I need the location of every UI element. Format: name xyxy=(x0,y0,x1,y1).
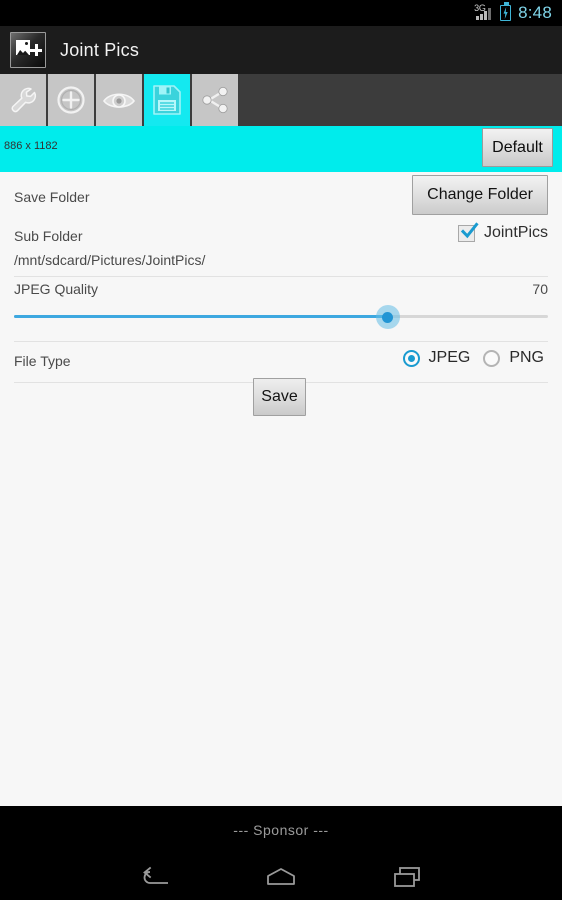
row-jpeg-quality: JPEG Quality 70 xyxy=(14,277,548,342)
settings-panel: Save Folder Change Folder Sub Folder Joi… xyxy=(0,172,562,806)
row-file-type: File Type JPEG PNG xyxy=(14,342,548,383)
canvas-size-label: 886 x 1182 xyxy=(4,140,58,152)
folder-path-text: /mnt/sdcard/Pictures/JointPics/ xyxy=(14,252,206,268)
row-sub-folder: Sub Folder JointPics /mnt/sdcard/Picture… xyxy=(14,221,548,277)
signal-bars-icon: 3G xyxy=(474,4,496,21)
back-icon xyxy=(142,866,168,884)
status-bar: 3G 8:48 xyxy=(0,0,562,26)
app-logo-icon[interactable] xyxy=(10,32,46,68)
recents-icon xyxy=(394,867,421,887)
radio-png-label: PNG xyxy=(509,349,544,366)
slider-thumb[interactable] xyxy=(375,305,400,329)
radio-jpeg-label: JPEG xyxy=(428,349,471,366)
slider-fill xyxy=(14,315,388,318)
nav-home-button[interactable] xyxy=(251,857,311,897)
sponsor-text: --- Sponsor --- xyxy=(233,822,329,838)
tab-preview[interactable] xyxy=(96,74,144,126)
change-folder-button[interactable]: Change Folder xyxy=(412,175,548,215)
app-screen: 3G 8:48 Joint Pics 886 x 1182 Default Sa… xyxy=(0,0,562,900)
jpeg-quality-slider[interactable] xyxy=(14,305,548,329)
tab-add[interactable] xyxy=(48,74,96,126)
file-type-label: File Type xyxy=(14,353,71,369)
app-title: Joint Pics xyxy=(60,39,140,60)
sub-folder-label: Sub Folder xyxy=(14,228,83,244)
checkbox-label: JointPics xyxy=(483,224,548,241)
radio-png[interactable] xyxy=(483,349,501,367)
battery-charging-icon xyxy=(500,2,512,21)
row-save-folder: Save Folder Change Folder xyxy=(14,172,548,222)
default-button[interactable]: Default xyxy=(482,128,553,167)
sub-folder-checkbox[interactable]: JointPics xyxy=(457,221,548,242)
sponsor-banner[interactable]: --- Sponsor --- xyxy=(0,806,562,854)
android-nav-bar xyxy=(0,854,562,900)
status-time: 8:48 xyxy=(518,3,552,22)
file-type-options: JPEG PNG xyxy=(402,349,548,367)
plus-circle-icon xyxy=(57,86,85,114)
jpeg-quality-value: 70 xyxy=(532,281,548,297)
tab-toolbar xyxy=(0,74,562,126)
share-icon xyxy=(202,86,228,114)
eye-icon xyxy=(103,93,135,108)
tab-save[interactable] xyxy=(144,74,192,126)
checkmark-icon xyxy=(460,221,479,238)
radio-jpeg[interactable] xyxy=(402,349,420,367)
checkbox-box[interactable] xyxy=(457,221,479,242)
jpeg-quality-label: JPEG Quality xyxy=(14,281,99,297)
canvas-info-bar: 886 x 1182 Default xyxy=(0,126,562,172)
save-button[interactable]: Save xyxy=(253,378,306,416)
nav-back-button[interactable] xyxy=(124,857,184,897)
home-icon xyxy=(267,868,295,885)
wrench-icon xyxy=(11,87,37,113)
floppy-disk-icon xyxy=(153,85,181,115)
action-bar: Joint Pics xyxy=(0,26,562,74)
nav-recents-button[interactable] xyxy=(378,857,438,897)
tab-settings[interactable] xyxy=(0,74,48,126)
save-folder-label: Save Folder xyxy=(14,189,90,205)
tab-share[interactable] xyxy=(192,74,240,126)
